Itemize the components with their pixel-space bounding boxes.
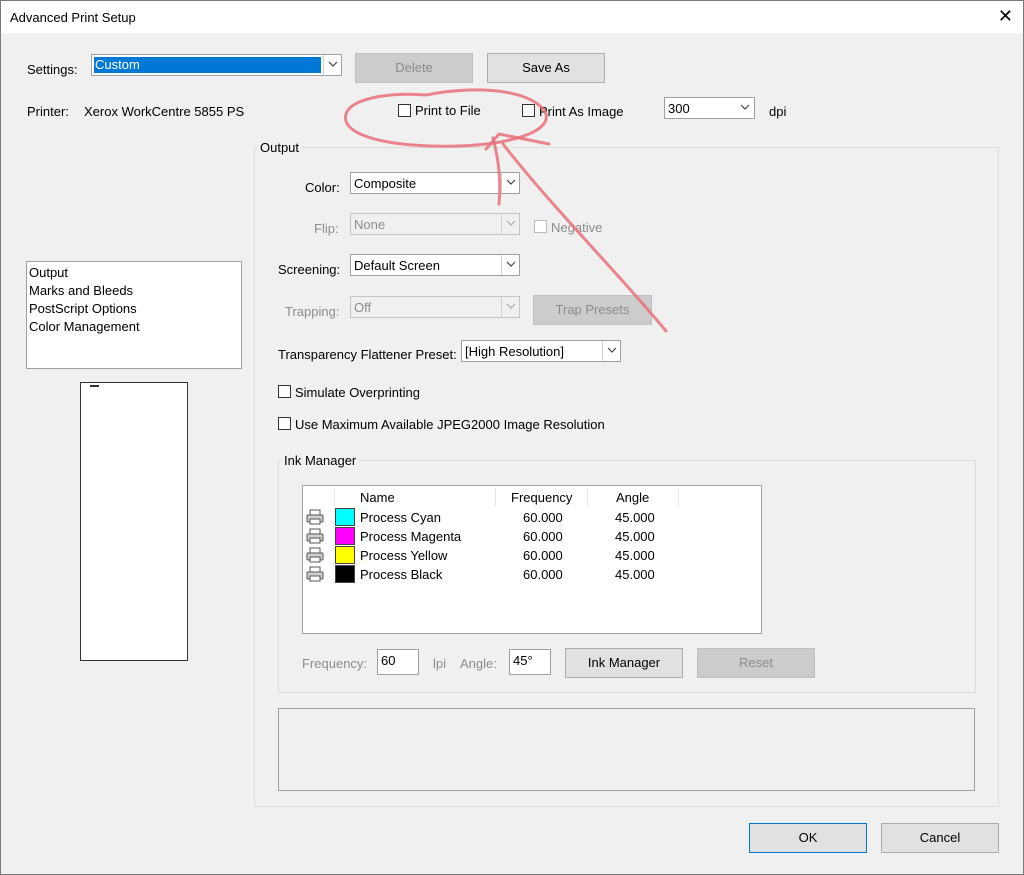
advanced-print-setup-dialog: Advanced Print Setup ✕ Settings: Custom … — [0, 0, 1024, 875]
ink-frequency: 60.000 — [523, 510, 563, 525]
ink-frequency: 60.000 — [523, 548, 563, 563]
dpi-unit: dpi — [769, 104, 787, 119]
settings-dropdown[interactable]: Custom — [91, 54, 342, 76]
close-icon[interactable]: ✕ — [998, 5, 1013, 27]
frequency-input-value: 60 — [381, 653, 396, 668]
dpi-dropdown[interactable]: 300 — [664, 97, 755, 119]
column-divider — [678, 488, 679, 506]
column-header-frequency[interactable]: Frequency — [511, 490, 572, 505]
preview-mark — [90, 385, 99, 387]
printer-name: Xerox WorkCentre 5855 PS — [84, 104, 245, 119]
cancel-button[interactable]: Cancel — [881, 823, 999, 853]
sidebar-item-postscript-options[interactable]: PostScript Options — [29, 301, 137, 316]
chevron-down-icon — [736, 98, 754, 118]
ok-button[interactable]: OK — [749, 823, 867, 853]
frequency-input[interactable]: 60 — [377, 649, 419, 675]
max-jpeg2000-label: Use Maximum Available JPEG2000 Image Res… — [295, 417, 605, 432]
ink-angle: 45.000 — [615, 548, 655, 563]
column-divider — [334, 488, 335, 506]
ink-angle: 45.000 — [615, 567, 655, 582]
angle-input-value: 45° — [513, 653, 533, 668]
dpi-value: 300 — [668, 101, 690, 116]
annotation-arrow-line — [501, 142, 668, 333]
annotation-markup — [344, 88, 668, 333]
ink-name: Process Cyan — [360, 510, 441, 525]
flattener-dropdown[interactable]: [High Resolution] — [461, 340, 621, 362]
chevron-down-icon — [323, 55, 341, 75]
ink-name: Process Black — [360, 567, 443, 582]
ink-frequency: 60.000 — [523, 529, 563, 544]
ink-name: Process Yellow — [360, 548, 448, 563]
section-list: Output Marks and Bleeds PostScript Optio… — [26, 261, 242, 369]
ink-table: Name Frequency Angle Process Cyan 60.000 4… — [302, 485, 762, 634]
flattener-value: [High Resolution] — [465, 344, 564, 359]
frequency-label: Frequency: — [302, 656, 368, 671]
annotation-arrow-shaft — [491, 136, 502, 206]
angle-input[interactable]: 45° — [509, 649, 551, 675]
ink-manager-button[interactable]: Ink Manager — [565, 648, 683, 678]
settings-label: Settings: — [27, 62, 78, 77]
column-divider — [587, 488, 588, 506]
sidebar-item-marks-and-bleeds[interactable]: Marks and Bleeds — [29, 283, 133, 298]
printer-icon[interactable] — [306, 547, 324, 563]
sidebar-item-output[interactable]: Output — [29, 265, 68, 280]
title-bar: Advanced Print Setup ✕ — [1, 1, 1023, 33]
simulate-overprinting-checkbox[interactable] — [278, 385, 291, 398]
angle-label: Angle: — [460, 656, 497, 671]
simulate-overprinting-label: Simulate Overprinting — [295, 385, 420, 400]
page-preview — [80, 382, 188, 661]
dialog-title: Advanced Print Setup — [10, 10, 136, 25]
max-jpeg2000-checkbox[interactable] — [278, 417, 291, 430]
chevron-down-icon — [602, 341, 620, 361]
ink-manager-group-title: Ink Manager — [281, 453, 360, 468]
column-header-name[interactable]: Name — [360, 490, 395, 505]
save-as-button[interactable]: Save As — [487, 53, 605, 83]
column-header-angle[interactable]: Angle — [616, 490, 649, 505]
ink-swatch — [335, 508, 355, 526]
output-group-title: Output — [257, 140, 303, 155]
ink-swatch — [335, 527, 355, 545]
ink-name: Process Magenta — [360, 529, 462, 544]
printer-icon[interactable] — [306, 528, 324, 544]
sidebar-item-color-management[interactable]: Color Management — [29, 319, 140, 334]
ink-angle: 45.000 — [615, 510, 655, 525]
ink-swatch — [335, 565, 355, 583]
ink-frequency: 60.000 — [523, 567, 563, 582]
delete-button[interactable]: Delete — [355, 53, 473, 83]
flattener-label: Transparency Flattener Preset: — [278, 347, 457, 362]
printer-icon[interactable] — [306, 566, 324, 582]
description-area — [278, 708, 975, 791]
printer-icon[interactable] — [306, 509, 324, 525]
frequency-unit: lpi — [433, 656, 447, 671]
settings-value: Custom — [94, 57, 321, 73]
printer-label: Printer: — [27, 104, 69, 119]
reset-button[interactable]: Reset — [697, 648, 815, 678]
ink-swatch — [335, 546, 355, 564]
column-divider — [495, 488, 496, 506]
ink-angle: 45.000 — [615, 529, 655, 544]
